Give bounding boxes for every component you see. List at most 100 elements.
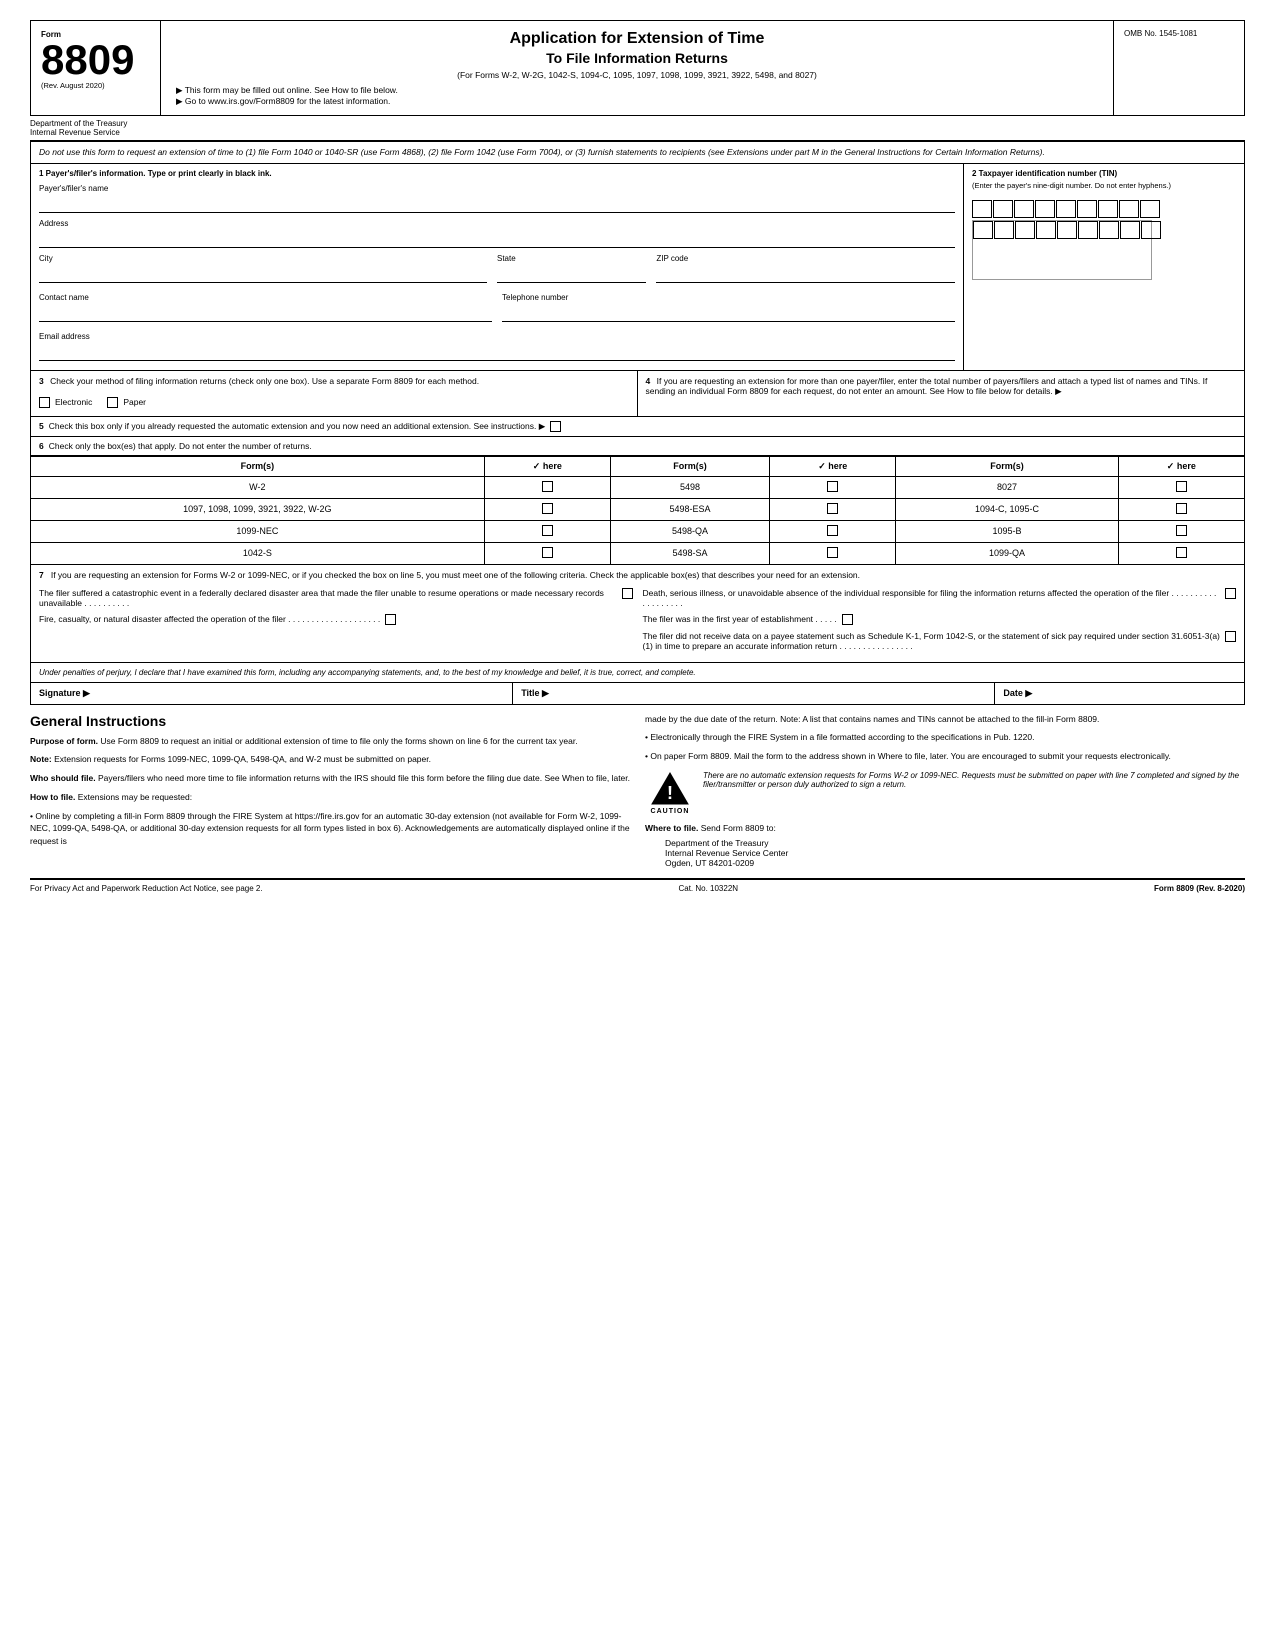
electronic-label: Electronic bbox=[55, 397, 92, 407]
section5-number: 5 bbox=[39, 421, 44, 431]
criteria-item-4: The filer was in the first year of estab… bbox=[643, 614, 1237, 625]
caution-text: There are no automatic extension request… bbox=[703, 771, 1245, 789]
where-addr3: Ogden, UT 84201-0209 bbox=[665, 858, 1245, 868]
sig-label: Signature ▶ bbox=[39, 688, 90, 698]
section2-label: 2 Taxpayer identification number (TIN) bbox=[972, 169, 1236, 178]
section3-4: 3 Check your method of filing informatio… bbox=[30, 371, 1245, 417]
tin-digit-1[interactable] bbox=[972, 200, 992, 218]
col-header-here3: ✓ here bbox=[1118, 456, 1244, 476]
state-field[interactable] bbox=[497, 267, 646, 283]
criteria-item-1: The filer suffered a catastrophic event … bbox=[39, 588, 633, 608]
section2-block: 2 Taxpayer identification number (TIN) (… bbox=[964, 164, 1244, 370]
agency-left: Department of the Treasury Internal Reve… bbox=[30, 119, 1245, 137]
paper-checkbox[interactable] bbox=[107, 397, 118, 408]
criteria-4-checkbox[interactable] bbox=[842, 614, 853, 625]
section3-number: 3 bbox=[39, 376, 44, 386]
payer-name-field[interactable] bbox=[39, 197, 955, 213]
city-label: City bbox=[39, 254, 487, 263]
tin-grid-cell[interactable] bbox=[994, 221, 1014, 239]
city-field[interactable] bbox=[39, 267, 487, 283]
check-1099qa[interactable] bbox=[1118, 542, 1244, 564]
tin-grid-cell[interactable] bbox=[1078, 221, 1098, 239]
criteria-item-2: Fire, casualty, or natural disaster affe… bbox=[39, 614, 633, 625]
tin-grid-cell[interactable] bbox=[1057, 221, 1077, 239]
tin-digit-4[interactable] bbox=[1035, 200, 1055, 218]
col-header-here2: ✓ here bbox=[770, 456, 896, 476]
where-addr2: Internal Revenue Service Center bbox=[665, 848, 1245, 858]
tin-grid-cell[interactable] bbox=[1141, 221, 1161, 239]
criteria-2-checkbox[interactable] bbox=[385, 614, 396, 625]
criteria-5-checkbox[interactable] bbox=[1225, 631, 1236, 642]
purpose-text: Use Form 8809 to request an initial or a… bbox=[100, 736, 577, 746]
check-1099nec[interactable] bbox=[484, 520, 610, 542]
table-row: 1099-NEC 5498-QA 1095-B bbox=[31, 520, 1245, 542]
section5-checkbox[interactable] bbox=[550, 421, 561, 432]
section6-text: Check only the box(es) that apply. Do no… bbox=[49, 441, 312, 451]
form-5498qa: 5498-QA bbox=[610, 520, 769, 542]
address-field[interactable] bbox=[39, 232, 955, 248]
tin-grid-cell[interactable] bbox=[973, 221, 993, 239]
gi-title: General Instructions bbox=[30, 713, 630, 729]
where-to-file: Where to file. Send Form 8809 to: Depart… bbox=[645, 823, 1245, 868]
gi-note: Note: Extension requests for Forms 1099-… bbox=[30, 753, 630, 766]
electronic-checkbox[interactable] bbox=[39, 397, 50, 408]
gi-who: Who should file. Payers/filers who need … bbox=[30, 772, 630, 785]
tin-grid-cell[interactable] bbox=[1120, 221, 1140, 239]
tin-digit-7[interactable] bbox=[1098, 200, 1118, 218]
telephone-field[interactable] bbox=[502, 306, 955, 322]
note-title: Note: bbox=[30, 754, 52, 764]
tin-grid-cell[interactable] bbox=[1036, 221, 1056, 239]
date-label: Date ▶ bbox=[1003, 688, 1032, 698]
form-5498sa: 5498-SA bbox=[610, 542, 769, 564]
caution-triangle-icon: ! bbox=[650, 771, 690, 806]
table-row: W-2 5498 8027 bbox=[31, 476, 1245, 498]
section5-text: Check this box only if you already reque… bbox=[49, 421, 546, 432]
omb-block: OMB No. 1545-1081 bbox=[1114, 21, 1244, 115]
tin-digit-6[interactable] bbox=[1077, 200, 1097, 218]
check-5498esa[interactable] bbox=[770, 498, 896, 520]
check-w2[interactable] bbox=[484, 476, 610, 498]
form-8027: 8027 bbox=[896, 476, 1118, 498]
gi-made-text: made by the due date of the return. Note… bbox=[645, 713, 1245, 726]
payer-section: 1 Payer's/filer's information. Type or p… bbox=[30, 164, 1245, 371]
how-text: Extensions may be requested: bbox=[78, 792, 192, 802]
form-title-line2: To File Information Returns bbox=[176, 50, 1098, 66]
check-1097[interactable] bbox=[484, 498, 610, 520]
form-1099nec: 1099-NEC bbox=[31, 520, 485, 542]
form-w2: W-2 bbox=[31, 476, 485, 498]
check-5498[interactable] bbox=[770, 476, 896, 498]
criteria-3-checkbox[interactable] bbox=[1225, 588, 1236, 599]
tin-digit-5[interactable] bbox=[1056, 200, 1076, 218]
how-title: How to file. bbox=[30, 792, 75, 802]
contact-field[interactable] bbox=[39, 306, 492, 322]
check-1094c[interactable] bbox=[1118, 498, 1244, 520]
check-1042s[interactable] bbox=[484, 542, 610, 564]
check-1095b[interactable] bbox=[1118, 520, 1244, 542]
section4-text: If you are requesting an extension for m… bbox=[646, 376, 1208, 396]
tin-grid-cell[interactable] bbox=[1015, 221, 1035, 239]
criteria-1-checkbox[interactable] bbox=[622, 588, 633, 599]
check-8027[interactable] bbox=[1118, 476, 1244, 498]
table-row: 1042-S 5498-SA 1099-QA bbox=[31, 542, 1245, 564]
check-5498sa[interactable] bbox=[770, 542, 896, 564]
caution-icon-block: ! CAUTION bbox=[645, 771, 695, 815]
form-1095b: 1095-B bbox=[896, 520, 1118, 542]
form-1097: 1097, 1098, 1099, 3921, 3922, W-2G bbox=[31, 498, 485, 520]
form-number-block: Form 8809 (Rev. August 2020) bbox=[31, 21, 161, 115]
zip-field[interactable] bbox=[656, 267, 955, 283]
form-title-line1: Application for Extension of Time bbox=[176, 29, 1098, 50]
general-instructions: General Instructions Purpose of form. Us… bbox=[30, 713, 1245, 868]
check-5498qa[interactable] bbox=[770, 520, 896, 542]
section7-number: 7 bbox=[39, 570, 48, 580]
tin-grid-cell[interactable] bbox=[1099, 221, 1119, 239]
gi-purpose: Purpose of form. Use Form 8809 to reques… bbox=[30, 735, 630, 748]
tin-digit-3[interactable] bbox=[1014, 200, 1034, 218]
email-label: Email address bbox=[39, 332, 955, 341]
form-5498: 5498 bbox=[610, 476, 769, 498]
electronic-checkbox-row: Electronic bbox=[39, 397, 92, 408]
form-ref: Form 8809 (Rev. 8-2020) bbox=[1154, 884, 1245, 893]
tin-digit-9[interactable] bbox=[1140, 200, 1160, 218]
tin-digit-8[interactable] bbox=[1119, 200, 1139, 218]
tin-digit-2[interactable] bbox=[993, 200, 1013, 218]
email-field[interactable] bbox=[39, 345, 955, 361]
